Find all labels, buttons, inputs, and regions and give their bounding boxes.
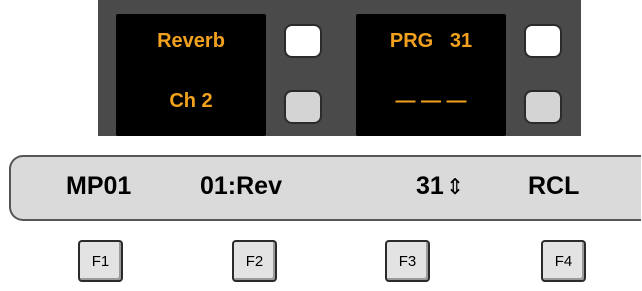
right-lower-button[interactable] xyxy=(524,90,562,124)
f3-key[interactable]: F3 xyxy=(385,240,430,282)
lcd-display: MP01 01:Rev 31⇕ RCL xyxy=(9,155,641,221)
left-upper-button[interactable] xyxy=(284,24,322,58)
f1-key[interactable]: F1 xyxy=(78,240,123,282)
right-upper-button[interactable] xyxy=(524,24,562,58)
up-down-arrow-icon: ⇕ xyxy=(445,175,465,200)
right-display: PRG 31 — — — xyxy=(356,14,506,136)
left-display: Reverb Ch 2 xyxy=(116,14,266,136)
hardware-panel: Reverb Ch 2 PRG 31 — — — xyxy=(98,0,581,136)
f2-key[interactable]: F2 xyxy=(232,240,277,282)
left-display-line2: Ch 2 xyxy=(169,90,213,112)
lcd-field-1: MP01 xyxy=(66,172,132,200)
lcd-field-3: 31⇕ xyxy=(416,172,464,201)
right-display-line2: — — — xyxy=(395,90,467,112)
left-display-line1: Reverb xyxy=(157,30,225,52)
right-display-line1: PRG 31 xyxy=(389,30,473,52)
lcd-field-3-value: 31 xyxy=(416,172,444,200)
lcd-field-2: 01:Rev xyxy=(200,172,282,200)
f4-key[interactable]: F4 xyxy=(541,240,586,282)
lcd-field-4: RCL xyxy=(528,172,580,200)
left-lower-button[interactable] xyxy=(284,90,322,124)
